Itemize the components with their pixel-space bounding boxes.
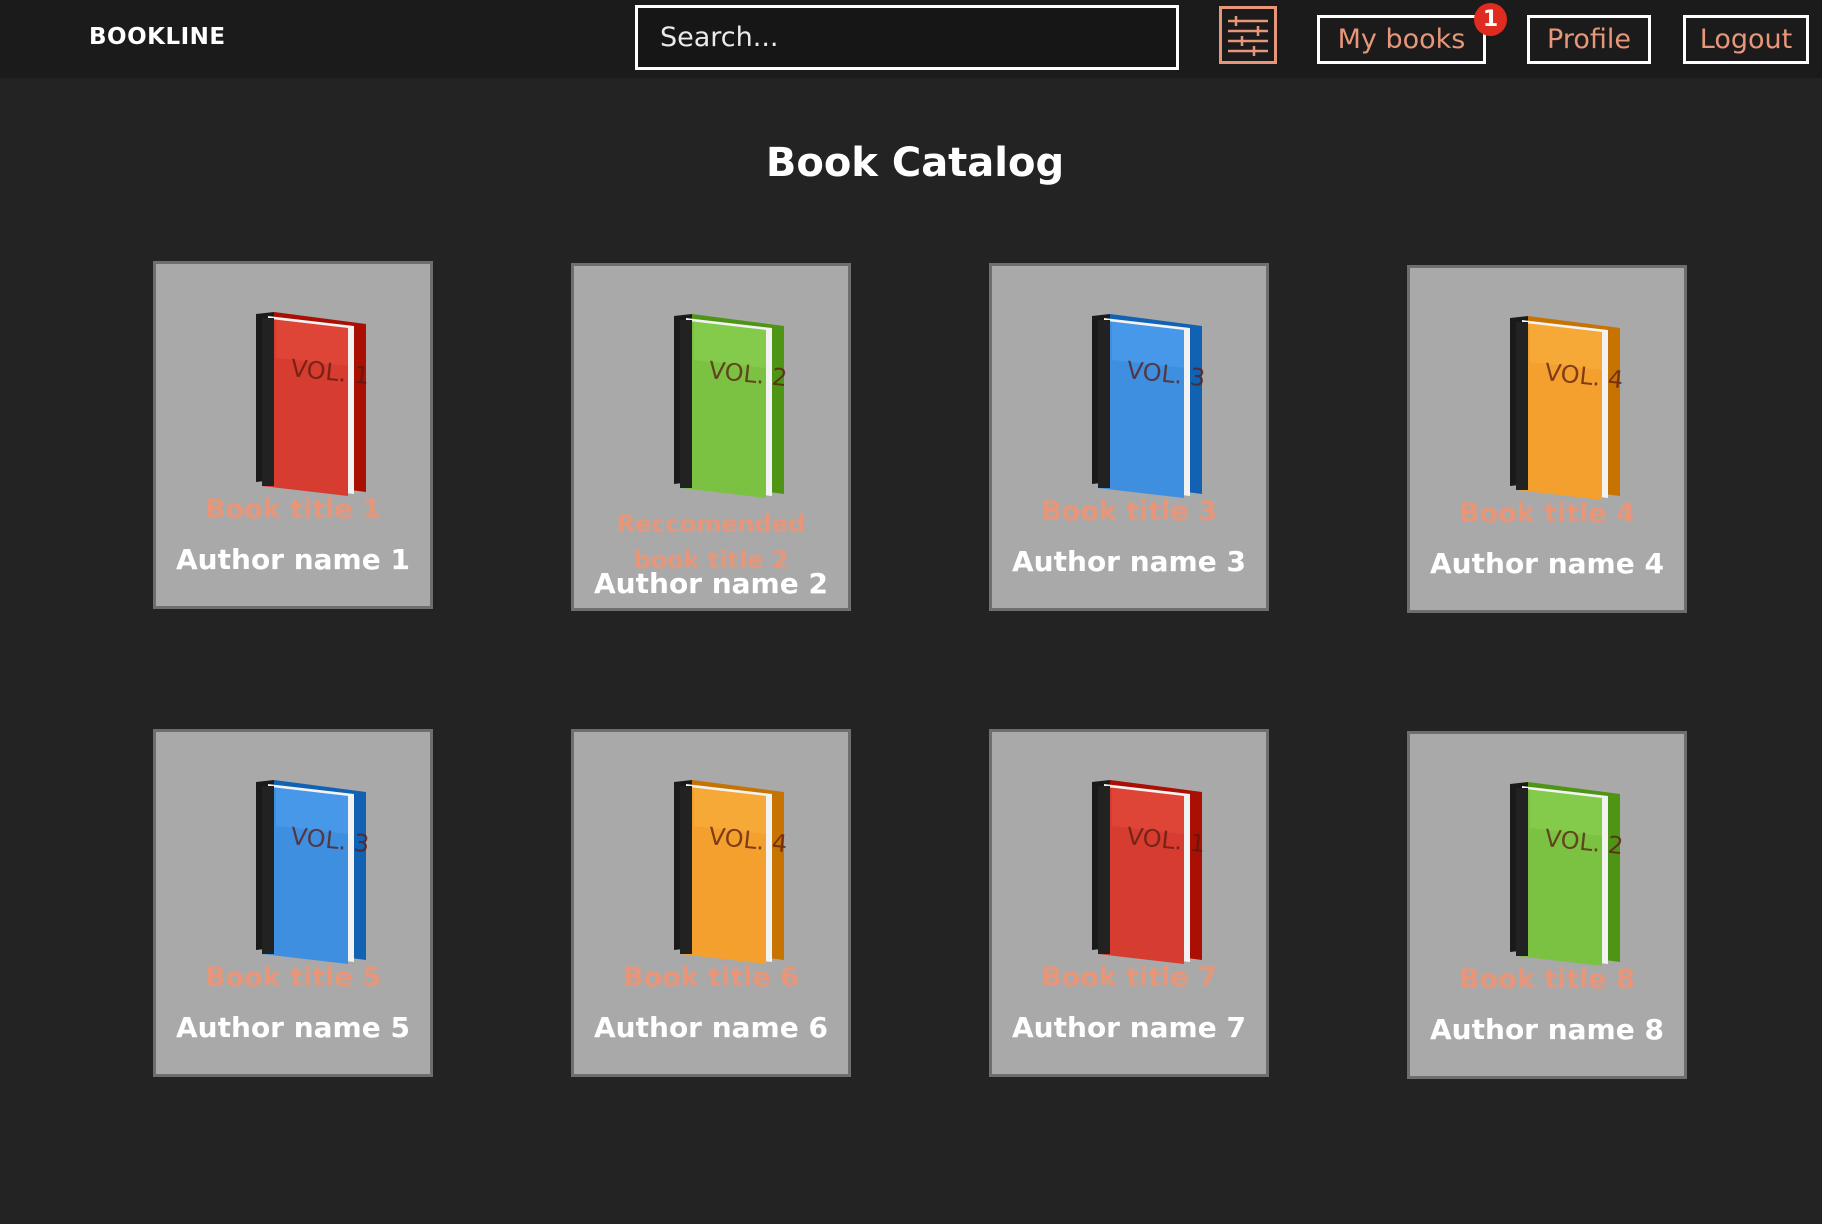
book-author: Author name 1 [176,543,410,576]
book-author: Author name 6 [594,1011,828,1044]
book-author: Author name 5 [176,1011,410,1044]
page-title: Book Catalog [765,140,1065,186]
book-title[interactable]: Book title 5 [166,962,420,994]
search-input[interactable] [635,5,1179,70]
book-card[interactable]: VOL. 3 Book title 3 Author name 3 [989,263,1269,611]
book-cover-icon: VOL. 3 [256,780,371,964]
my-books-button[interactable]: My books [1317,15,1486,64]
book-card[interactable]: VOL. 1 Book title 7 Author name 7 [989,729,1269,1077]
book-title[interactable]: Book title 4 [1420,498,1674,530]
book-card[interactable]: VOL. 2 Book title 8 Author name 8 [1407,731,1687,1079]
book-cover-icon: VOL. 4 [1510,316,1625,500]
book-author: Author name 2 [594,567,828,600]
book-cover-icon: VOL. 1 [1092,780,1207,964]
book-author: Author name 8 [1430,1013,1664,1046]
filter-button[interactable] [1219,6,1277,64]
book-author: Author name 7 [1012,1011,1246,1044]
book-card[interactable]: VOL. 4 Book title 4 Author name 4 [1407,265,1687,613]
book-title[interactable]: Book title 7 [1002,962,1256,994]
book-card[interactable]: VOL. 4 Book title 6 Author name 6 [571,729,851,1077]
book-title[interactable]: Book title 1 [166,494,420,526]
book-title[interactable]: Book title 8 [1420,964,1674,996]
logout-button[interactable]: Logout [1683,15,1809,64]
book-cover-icon: VOL. 1 [256,312,371,496]
book-cover-icon: VOL. 2 [1510,782,1625,966]
book-title[interactable]: Book title 6 [584,962,838,994]
book-card[interactable]: VOL. 3 Book title 5 Author name 5 [153,729,433,1077]
book-title[interactable]: Book title 3 [1002,496,1256,528]
book-cover-icon: VOL. 4 [674,780,789,964]
profile-button[interactable]: Profile [1527,15,1651,64]
book-card[interactable]: VOL. 1 Book title 1 Author name 1 [153,261,433,609]
my-books-count-badge: 1 [1474,3,1507,36]
book-cover-icon: VOL. 2 [674,314,789,498]
book-author: Author name 4 [1430,547,1664,580]
book-card[interactable]: VOL. 2 Reccomended book title 2 Author n… [571,263,851,611]
brand-logo[interactable]: BOOKLINE [89,24,226,50]
top-navigation-bar: BOOKLINE My books 1 Profile Logout [0,0,1822,78]
book-cover-icon: VOL. 3 [1092,314,1207,498]
sliders-icon [1228,16,1268,56]
book-author: Author name 3 [1012,545,1246,578]
